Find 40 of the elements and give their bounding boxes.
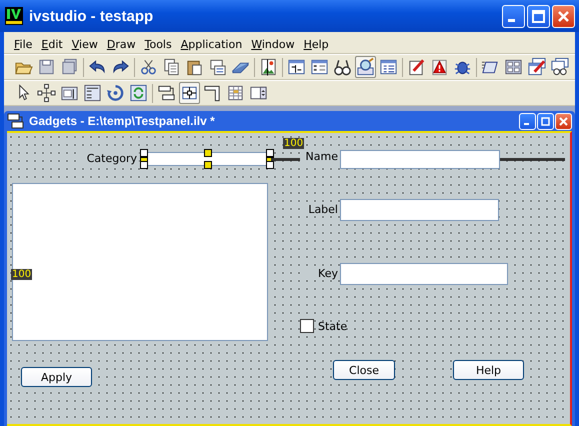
guide-label: 100	[11, 269, 32, 280]
menu-item[interactable]: Application	[180, 38, 242, 50]
window-title: ivstudio - testapp	[29, 8, 154, 24]
text-field[interactable]	[143, 152, 271, 166]
attach-tool-button[interactable]	[179, 82, 200, 104]
windows-binoculars-tool-button[interactable]	[549, 56, 570, 78]
minimize-button[interactable]	[502, 4, 525, 28]
rotate-tool-button[interactable]	[105, 82, 126, 104]
text-field[interactable]	[340, 150, 500, 169]
guide-label: 100	[283, 138, 304, 149]
menu-item[interactable]: Help	[304, 38, 329, 50]
minimize-icon	[524, 122, 529, 124]
text-field[interactable]	[340, 199, 499, 221]
maximize-button[interactable]	[527, 4, 550, 28]
minimize-button[interactable]	[519, 112, 536, 130]
menu-item[interactable]: Tools	[144, 38, 172, 50]
list-box[interactable]	[12, 183, 268, 341]
maximize-button[interactable]	[537, 112, 554, 130]
field-label: Name	[300, 150, 340, 163]
close-button[interactable]	[555, 112, 572, 130]
refresh-tool-button[interactable]	[128, 82, 149, 104]
minimize-icon	[508, 18, 515, 22]
labels-tool-button[interactable]	[82, 82, 103, 104]
logo-icon	[5, 7, 23, 25]
push-button[interactable]: Apply	[21, 367, 92, 387]
magnifier-tool-button[interactable]	[355, 56, 376, 78]
push-button[interactable]: Help	[453, 360, 524, 380]
nodes-tool-button[interactable]	[36, 82, 57, 104]
menu-item[interactable]: View	[72, 38, 98, 50]
windows-pencil-tool-button[interactable]	[526, 56, 547, 78]
text-field[interactable]	[340, 263, 508, 285]
menu-item[interactable]: File	[14, 38, 32, 50]
panel-icon	[7, 113, 25, 129]
close-button[interactable]	[552, 4, 575, 28]
child-window-title: Gadgets - E:\temp\Testpanel.ilv *	[29, 114, 215, 128]
menu-item[interactable]: Window	[251, 38, 295, 50]
push-button[interactable]: Close	[333, 360, 395, 380]
state-checkbox[interactable]: State	[300, 319, 348, 333]
menu-item[interactable]: Edit	[41, 38, 63, 50]
menu-item[interactable]: Draw	[106, 38, 136, 50]
